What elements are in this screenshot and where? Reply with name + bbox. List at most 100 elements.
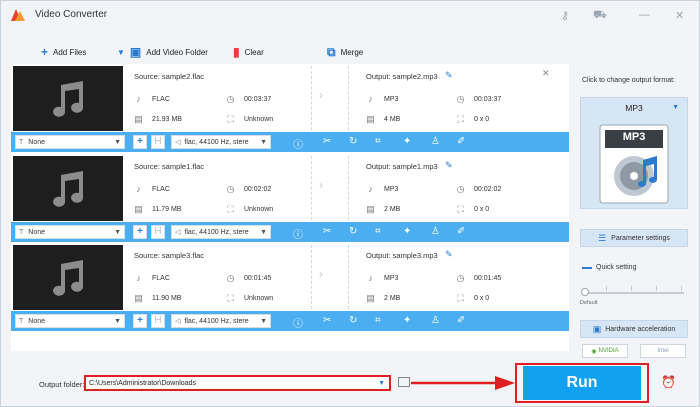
nvidia-badge[interactable]: ◉ NVIDIA <box>582 344 628 358</box>
merge-button[interactable]: ⧉ Merge <box>327 45 364 59</box>
info-icon[interactable]: ⓘ <box>293 226 303 241</box>
close-icon[interactable]: ✕ <box>675 9 684 22</box>
alarm-clock-icon[interactable]: ⏰ <box>661 375 676 389</box>
add-video-folder-button[interactable]: ▼ ▣ Add Video Folder <box>117 46 208 58</box>
thumbnail <box>13 245 123 310</box>
rotate-icon[interactable]: ↻ <box>349 226 357 237</box>
slider-tick <box>656 286 657 291</box>
parameter-settings-button[interactable]: ☰ Parameter settings <box>580 229 688 247</box>
source-size: ▤ 21.93 MB <box>134 114 182 124</box>
trim-icon[interactable]: ✂ <box>323 226 331 237</box>
cart-icon[interactable]: ⛟ <box>593 9 607 23</box>
music-note-icon <box>53 170 84 207</box>
sliders-icon: ☰ <box>598 232 607 243</box>
crop-icon[interactable]: ⌗ <box>375 136 381 147</box>
output-folder-label: Output folder: <box>39 380 85 389</box>
subtitle-edit-icon[interactable]: ✐ <box>457 226 465 237</box>
add-subtitle-button[interactable]: + <box>133 314 147 328</box>
audio-file-icon: ♪ <box>136 273 141 283</box>
watermark-icon[interactable]: ♙ <box>431 315 440 326</box>
open-folder-button[interactable] <box>398 377 410 387</box>
effects-icon[interactable]: ✦ <box>403 315 411 326</box>
add-subtitle-button[interactable]: + <box>133 135 147 149</box>
clock-icon: ◷ <box>226 184 235 194</box>
resolution-icon: ⛶ <box>457 204 464 214</box>
plus-icon: + <box>41 45 49 59</box>
title-bar: Video Converter ⚷ ⛟ — ✕ <box>1 1 699 29</box>
output-format-card[interactable]: MP3 ▼ MP3 <box>580 97 688 209</box>
run-button[interactable]: Run <box>523 366 641 400</box>
crop-icon[interactable]: ⌗ <box>375 315 381 326</box>
task-edit-bar: T None ▼ + H ◁ flac, 44100 Hz, stere ▼ ⓘ ✂ ↻… <box>11 222 569 242</box>
audio-track-select[interactable]: ◁ flac, 44100 Hz, stere ▼ <box>171 314 271 328</box>
output-folder-path: C:\Users\Administrator\Downloads <box>89 379 196 387</box>
quality-slider-knob[interactable] <box>581 288 589 296</box>
info-icon[interactable]: ⓘ <box>293 315 303 330</box>
hevc-subtitle-button[interactable]: H <box>151 135 165 149</box>
audio-file-icon: ♪ <box>368 94 373 104</box>
audio-track-select[interactable]: ◁ flac, 44100 Hz, stere ▼ <box>171 135 271 149</box>
effects-icon[interactable]: ✦ <box>403 136 411 147</box>
subtitle-select[interactable]: T None ▼ <box>15 225 125 239</box>
rename-pen-icon[interactable]: ✎ <box>445 249 453 260</box>
mp3-badge-label: MP3 <box>622 131 646 143</box>
rename-pen-icon[interactable]: ✎ <box>445 160 453 171</box>
crop-icon[interactable]: ⌗ <box>375 226 381 237</box>
subtitle-edit-icon[interactable]: ✐ <box>457 315 465 326</box>
file-size-icon: ▤ <box>134 204 143 214</box>
source-size: ▤ 11.90 MB <box>134 293 182 303</box>
quality-slider-track[interactable] <box>584 292 684 294</box>
merge-icon: ⧉ <box>327 45 336 59</box>
hevc-subtitle-button[interactable]: H <box>151 314 165 328</box>
task-item[interactable]: Source: sample1.flac ♪ FLAC ◷ 00:02:02 ▤ 11… <box>11 154 569 242</box>
merge-label: Merge <box>340 47 364 57</box>
clear-button[interactable]: ▮ Clear <box>233 46 264 58</box>
source-resolution: ⛶ Unknown <box>225 204 273 214</box>
output-size: ▤ 2 MB <box>366 204 401 214</box>
app-logo-icon <box>11 9 25 21</box>
rotate-icon[interactable]: ↻ <box>349 315 357 326</box>
intel-badge[interactable]: Intel <box>640 344 686 358</box>
rotate-icon[interactable]: ↻ <box>349 136 357 147</box>
output-folder-field[interactable]: C:\Users\Administrator\Downloads ▼ <box>84 375 391 391</box>
task-item[interactable]: Source: sample2.flac ♪ FLAC ◷ 00:03:37 ▤ 21… <box>11 64 569 152</box>
minimize-icon[interactable]: — <box>639 9 650 21</box>
chevron-down-icon: ▼ <box>260 138 267 146</box>
audio-file-icon: ♪ <box>136 184 141 194</box>
clock-icon: ◷ <box>226 273 235 283</box>
info-icon[interactable]: ⓘ <box>293 136 303 151</box>
audio-track-select[interactable]: ◁ flac, 44100 Hz, stere ▼ <box>171 225 271 239</box>
resolution-icon: ⛶ <box>227 204 234 214</box>
output-name: Output: sample3.mp3 <box>366 251 438 260</box>
add-video-folder-label: Add Video Folder <box>146 47 208 57</box>
add-files-button[interactable]: + Add Files <box>41 45 87 59</box>
key-icon[interactable]: ⚷ <box>561 9 569 22</box>
watermark-icon[interactable]: ♙ <box>431 226 440 237</box>
conversion-divider <box>311 66 349 130</box>
source-name: Source: sample2.flac <box>134 72 205 81</box>
dropdown-triangle-icon: ▼ <box>117 47 125 57</box>
task-item[interactable]: Source: sample3.flac ♪ FLAC ◷ 00:01:45 ▤ 11… <box>11 243 569 331</box>
audio-file-icon: ♪ <box>368 184 373 194</box>
slider-tick <box>606 286 607 291</box>
subtitle-edit-icon[interactable]: ✐ <box>457 136 465 147</box>
trim-icon[interactable]: ✂ <box>323 315 331 326</box>
trim-icon[interactable]: ✂ <box>323 136 331 147</box>
subtitle-select[interactable]: T None ▼ <box>15 314 125 328</box>
clear-label: Clear <box>244 47 264 57</box>
hevc-subtitle-button[interactable]: H <box>151 225 165 239</box>
subtitle-select[interactable]: T None ▼ <box>15 135 125 149</box>
add-files-label: Add Files <box>53 47 87 57</box>
effects-icon[interactable]: ✦ <box>403 226 411 237</box>
add-subtitle-button[interactable]: + <box>133 225 147 239</box>
conversion-divider <box>311 156 349 220</box>
output-resolution: ⛶ 0 x 0 <box>455 204 489 214</box>
clock-icon: ◷ <box>456 94 465 104</box>
output-size: ▤ 2 MB <box>366 293 401 303</box>
hardware-acceleration-button[interactable]: ▣ Hardware acceleration <box>580 320 688 338</box>
output-format: ♪ MP3 <box>365 184 398 194</box>
rename-pen-icon[interactable]: ✎ <box>445 70 453 81</box>
watermark-icon[interactable]: ♙ <box>431 136 440 147</box>
remove-task-icon[interactable]: ✕ <box>542 68 550 79</box>
quick-setting-label: Quick setting <box>596 264 637 271</box>
